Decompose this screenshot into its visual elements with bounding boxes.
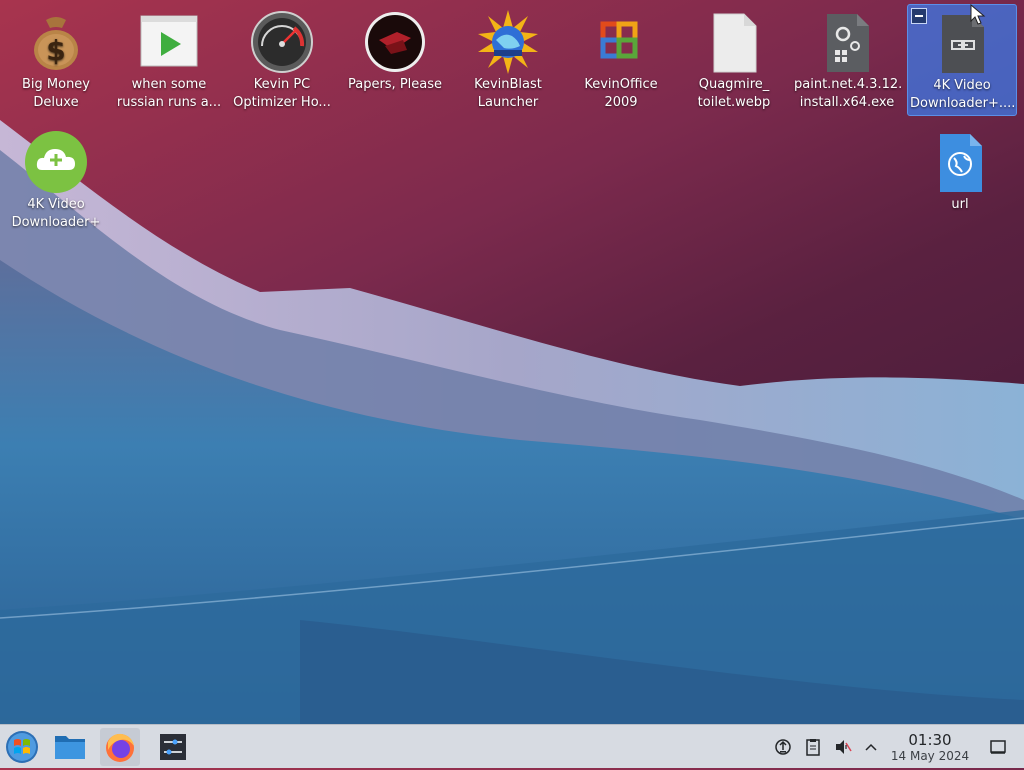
- start-menu-button[interactable]: [2, 728, 42, 766]
- desktop-icon-papers-please[interactable]: Papers, Please: [340, 4, 450, 116]
- executable-file-icon: [815, 10, 879, 74]
- icon-label: paint.net.4.3.12. install.x64.exe: [794, 77, 903, 110]
- desktop-icon-4k-video-downloader-link[interactable]: 4K Video Downloader+....: [907, 4, 1017, 116]
- icon-label: url: [951, 197, 969, 212]
- taskbar: 01:30 14 May 2024: [0, 724, 1024, 768]
- icon-label: Papers, Please: [347, 77, 443, 92]
- icon-label: KevinOffice 2009: [584, 77, 658, 110]
- sliders-icon: [160, 734, 186, 760]
- clipboard-icon[interactable]: [803, 737, 823, 757]
- volume-muted-icon[interactable]: [833, 737, 853, 757]
- show-desktop-icon[interactable]: [988, 737, 1008, 757]
- speedometer-icon: [250, 10, 314, 74]
- selection-toggle-icon[interactable]: [911, 8, 927, 24]
- desktop-icon-url[interactable]: url: [905, 124, 1015, 236]
- settings-taskbar-button[interactable]: [153, 728, 193, 766]
- updates-icon[interactable]: [773, 737, 793, 757]
- money-bag-icon: $: [24, 10, 88, 74]
- office-logo-icon: [589, 10, 653, 74]
- desktop-icon-big-money-deluxe[interactable]: $ Big Money Deluxe: [1, 4, 111, 116]
- firefox-taskbar-button[interactable]: [100, 728, 140, 766]
- video-play-icon: [137, 10, 201, 74]
- desktop-icon-quagmire-toilet[interactable]: Quagmire_ toilet.webp: [679, 4, 789, 116]
- cloud-plus-icon: [24, 130, 88, 194]
- desktop-icon-kevinblast-launcher[interactable]: KevinBlast Launcher: [453, 4, 563, 116]
- clock-date: 14 May 2024: [890, 749, 970, 763]
- papers-please-icon: [363, 10, 427, 74]
- clock-time: 01:30: [908, 731, 952, 749]
- icon-label: KevinBlast Launcher: [474, 77, 542, 110]
- desktop-icon-paintnet-installer[interactable]: paint.net.4.3.12. install.x64.exe: [792, 4, 902, 116]
- windows-logo-icon: [6, 731, 38, 763]
- desktop-icon-4k-video-downloader[interactable]: 4K Video Downloader+: [1, 124, 111, 236]
- file-manager-button[interactable]: [50, 728, 90, 766]
- icon-label: Big Money Deluxe: [21, 77, 90, 110]
- folder-icon: [55, 736, 85, 759]
- globe-sun-icon: [476, 10, 540, 74]
- icon-label: Quagmire_ toilet.webp: [697, 77, 771, 110]
- mouse-cursor-icon: [970, 3, 986, 30]
- blank-file-icon: [702, 10, 766, 74]
- firefox-icon: [106, 733, 134, 762]
- desktop-icon-kevin-pc-optimizer[interactable]: Kevin PC Optimizer Ho...: [227, 4, 337, 116]
- clock-widget[interactable]: 01:30 14 May 2024: [878, 731, 982, 764]
- desktop-icon-russian-video[interactable]: when some russian runs a...: [114, 4, 224, 116]
- icon-label: 4K Video Downloader+: [11, 197, 101, 230]
- desktop-icon-kevinoffice-2009[interactable]: KevinOffice 2009: [566, 4, 676, 116]
- icon-label: 4K Video Downloader+....: [910, 78, 1016, 111]
- svg-text:$: $: [46, 34, 65, 67]
- icon-label: Kevin PC Optimizer Ho...: [233, 77, 331, 110]
- icon-label: when some russian runs a...: [116, 77, 222, 110]
- web-link-file-icon: [928, 130, 992, 194]
